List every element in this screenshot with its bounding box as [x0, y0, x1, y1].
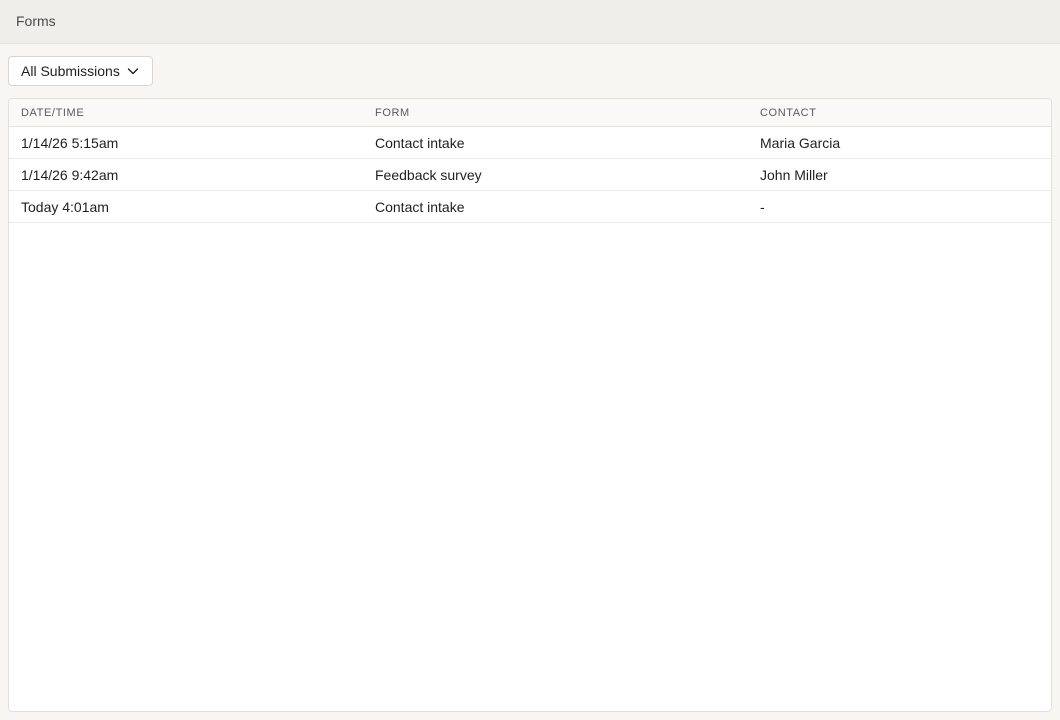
cell-contact: Maria Garcia [760, 134, 841, 151]
submissions-table: DATE/TIME FORM CONTACT 1/14/26 5:15am Co… [8, 98, 1052, 712]
cell-form: Contact intake [375, 198, 465, 215]
top-bar: Forms [0, 0, 1060, 44]
column-header-contact[interactable]: CONTACT [748, 107, 1051, 119]
cell-form: Feedback survey [375, 166, 482, 183]
table-header: DATE/TIME FORM CONTACT [9, 99, 1051, 127]
cell-datetime: 1/14/26 5:15am [21, 134, 119, 151]
column-header-datetime[interactable]: DATE/TIME [9, 107, 363, 119]
cell-datetime: Today 4:01am [21, 198, 109, 215]
breadcrumb[interactable]: Forms [16, 13, 56, 29]
table-row[interactable]: Today 4:01am Contact intake - [9, 191, 1051, 223]
cell-form: Contact intake [375, 134, 465, 151]
cell-contact: - [760, 198, 765, 215]
column-header-form[interactable]: FORM [363, 107, 748, 119]
filter-label: All Submissions [21, 63, 120, 79]
cell-datetime: 1/14/26 9:42am [21, 166, 119, 183]
cell-contact: John Miller [760, 166, 828, 183]
table-row[interactable]: 1/14/26 5:15am Contact intake Maria Garc… [9, 127, 1051, 159]
table-row[interactable]: 1/14/26 9:42am Feedback survey John Mill… [9, 159, 1051, 191]
submissions-filter-dropdown[interactable]: All Submissions [8, 56, 153, 86]
chevron-down-icon [126, 64, 140, 78]
